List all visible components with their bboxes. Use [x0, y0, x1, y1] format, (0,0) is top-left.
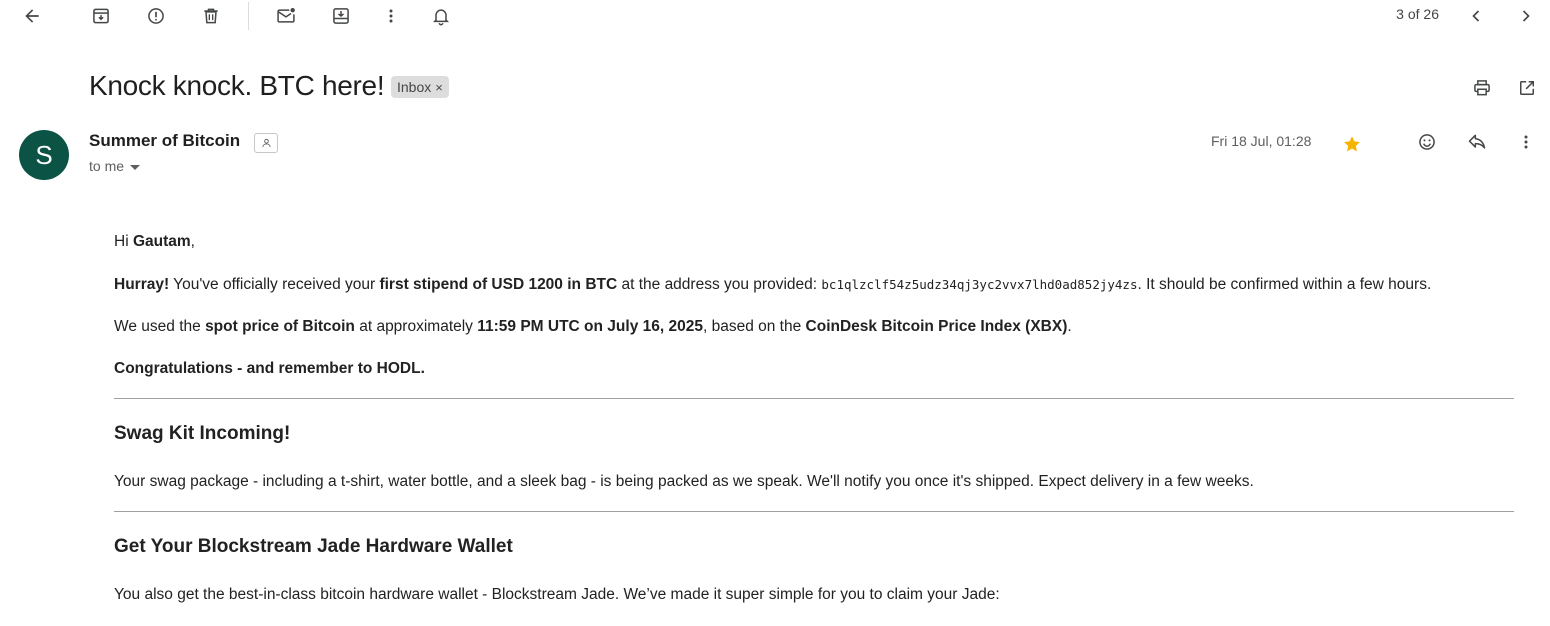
greeting-suffix: , — [190, 233, 195, 250]
sender-name[interactable]: Summer of Bitcoin — [89, 131, 240, 151]
mark-unread-icon[interactable] — [270, 0, 302, 32]
show-details-caret-icon[interactable] — [130, 164, 141, 170]
emoji-react-icon[interactable] — [1411, 126, 1443, 158]
p1-text-3: . It should be confirmed within a few ho… — [1137, 276, 1432, 293]
p1-text-2: at the address you provided: — [617, 276, 822, 293]
recipient-details[interactable]: to me — [89, 158, 141, 174]
recipient-text: to me — [89, 158, 125, 174]
btc-address: bc1qlzclf54z5udz34qj3yc2vvx7lhd0ad852jy4… — [821, 277, 1138, 292]
p2-text-4: . — [1067, 318, 1072, 335]
move-to-icon[interactable] — [325, 0, 357, 32]
more-vert-icon[interactable] — [375, 0, 407, 32]
p1-text-1: You've officially received your — [169, 276, 380, 293]
older-chevron-right-icon[interactable] — [1510, 0, 1542, 32]
greeting: Hi Gautam, — [114, 232, 1514, 252]
message-counter: 3 of 26 — [1396, 6, 1439, 22]
delete-icon[interactable] — [195, 0, 227, 32]
stipend-amount: first stipend of USD 1200 in BTC — [379, 276, 618, 293]
jade-text: You also get the best-in-class bitcoin h… — [114, 586, 1000, 603]
label-text: Inbox — [397, 79, 432, 95]
swag-text: Your swag package - including a t-shirt,… — [114, 473, 1254, 490]
jade-heading: Get Your Blockstream Jade Hardware Walle… — [114, 536, 513, 557]
recipient-name: Gautam — [132, 233, 191, 250]
stipend-paragraph: Hurray! You've officially received your … — [114, 275, 1514, 295]
greeting-prefix: Hi — [114, 233, 133, 250]
divider — [114, 511, 1514, 512]
back-arrow-icon[interactable] — [16, 0, 48, 32]
message-more-vert-icon[interactable] — [1510, 126, 1542, 158]
p2-text-2: at approximately — [354, 318, 478, 335]
p2-text-3: , based on the — [702, 318, 806, 335]
email-date: Fri 18 Jul, 01:28 — [1211, 133, 1312, 149]
divider — [114, 398, 1514, 399]
price-index-name: CoinDesk Bitcoin Price Index (XBX) — [805, 318, 1068, 335]
congrats-paragraph: Congratulations - and remember to HODL. — [114, 359, 1514, 379]
newer-chevron-left-icon[interactable] — [1460, 0, 1492, 32]
spot-price-text: spot price of Bitcoin — [205, 318, 355, 335]
print-icon[interactable] — [1466, 72, 1498, 104]
email-body: Hi Gautam, Hurray! You've officially rec… — [114, 232, 1514, 605]
price-time: 11:59 PM UTC on July 16, 2025 — [477, 318, 703, 335]
open-new-window-icon[interactable] — [1511, 72, 1543, 104]
sender-avatar[interactable]: S — [19, 130, 69, 180]
email-subject: Knock knock. BTC here! — [89, 70, 385, 101]
archive-icon[interactable] — [85, 0, 117, 32]
inbox-label-chip[interactable]: Inbox × — [391, 76, 449, 98]
p2-text-1: We used the — [114, 318, 206, 335]
hurray-text: Hurray! — [114, 276, 170, 293]
star-icon[interactable] — [1336, 128, 1368, 160]
sender-contact-icon[interactable] — [254, 133, 278, 153]
toolbar-divider — [248, 2, 249, 30]
price-paragraph: We used the spot price of Bitcoin at app… — [114, 317, 1514, 337]
remove-label-icon[interactable]: × — [435, 80, 443, 95]
swag-heading: Swag Kit Incoming! — [114, 423, 291, 444]
reply-icon[interactable] — [1461, 126, 1493, 158]
congrats-text: Congratulations - and remember to HODL. — [114, 360, 425, 377]
snooze-bell-icon[interactable] — [425, 0, 457, 32]
report-spam-icon[interactable] — [140, 0, 172, 32]
